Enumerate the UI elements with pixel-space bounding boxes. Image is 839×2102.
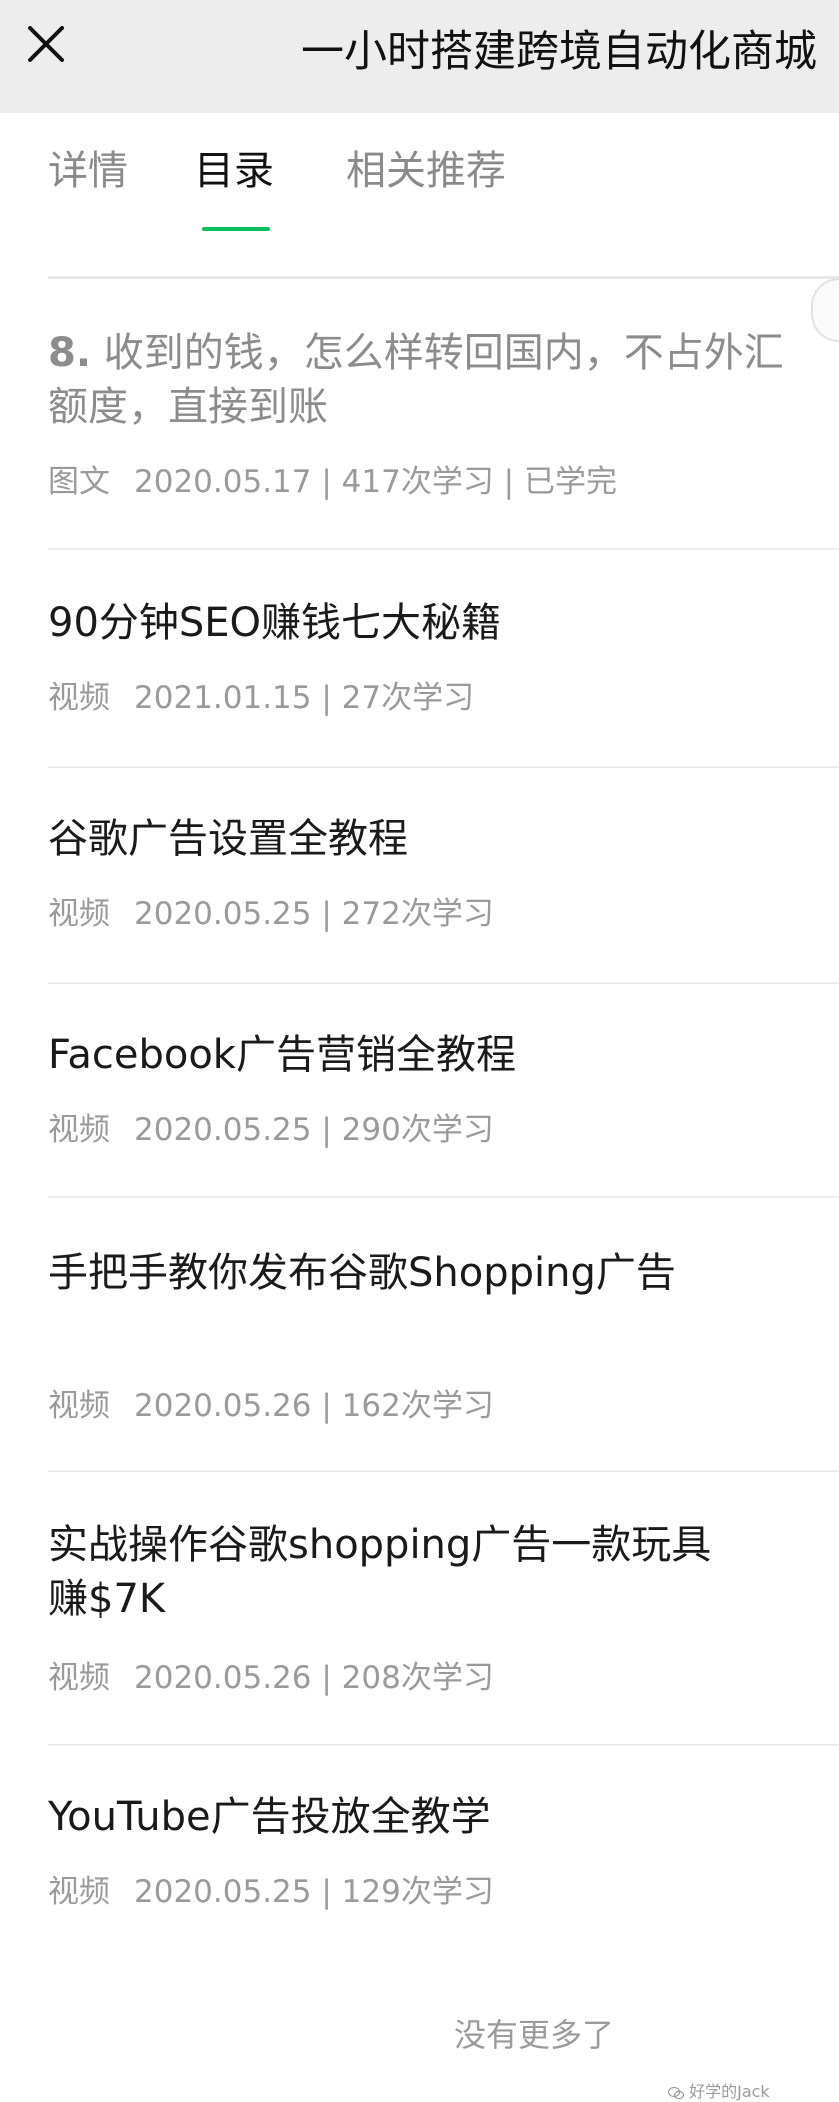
list-top-divider [48,276,839,279]
item-meta: 视频 2020.05.26 | 208次学习 [48,1658,494,1698]
item-type: 视频 [48,1874,110,1910]
item-type: 视频 [48,1112,110,1148]
item-stats: 2020.05.26 | 208次学习 [134,1660,494,1696]
item-title: YouTube广告投放全教学 [48,1794,491,1840]
item-number: 8. [48,330,92,376]
item-meta: 视频 2020.05.25 | 272次学习 [48,894,494,934]
item-meta: 图文 2020.05.17 | 417次学习 | 已学完 [48,462,617,502]
item-divider [48,766,839,768]
item-type: 视频 [48,1388,110,1424]
list-item[interactable]: 手把手教你发布谷歌Shopping广告 视频 2020.05.26 | 162次学… [48,1246,728,1424]
list-item[interactable]: YouTube广告投放全教学 视频 2020.05.25 | 129次学习 [48,1790,788,1910]
item-stats: 2020.05.25 | 129次学习 [134,1874,494,1910]
scroll-handle[interactable] [811,278,839,342]
item-stats: 2020.05.25 | 290次学习 [134,1112,494,1148]
item-meta: 视频 2020.05.26 | 162次学习 [48,1386,494,1426]
tab-catalog[interactable]: 目录 [194,143,274,199]
item-type: 视频 [48,896,110,932]
top-bar: 一小时搭建跨境自动化商城 [0,0,839,113]
watermark: 好学的Jack [668,2078,770,2101]
item-divider [48,1744,839,1746]
list-item[interactable]: 谷歌广告设置全教程 视频 2020.05.25 | 272次学习 [48,812,788,932]
item-title: 90分钟SEO赚钱七大秘籍 [48,600,502,646]
item-divider [48,1196,839,1198]
page-title: 一小时搭建跨境自动化商城 [301,27,817,77]
item-stats: 2021.01.15 | 27次学习 [134,680,475,716]
item-type: 视频 [48,680,110,716]
item-title-text: 收到的钱，怎么样转回国内，不占外汇额度，直接到账 [48,330,784,430]
item-meta: 视频 2020.05.25 | 290次学习 [48,1110,494,1150]
no-more-text: 没有更多了 [454,2016,615,2054]
active-tab-indicator [202,227,270,231]
item-divider [48,1470,839,1472]
tab-related[interactable]: 相关推荐 [346,143,506,199]
item-title: 手把手教你发布谷歌Shopping广告 [48,1250,676,1296]
close-button[interactable] [26,24,82,80]
watermark-text: 好学的Jack [689,2082,770,2101]
item-stats: 2020.05.26 | 162次学习 [134,1388,494,1424]
close-icon [28,26,64,62]
list-item[interactable]: 实战操作谷歌shopping广告一款玩具赚$7K 视频 2020.05.26 | … [48,1518,728,1696]
item-title: 实战操作谷歌shopping广告一款玩具赚$7K [48,1522,712,1622]
item-stats: 2020.05.25 | 272次学习 [134,896,494,932]
item-title: 谷歌广告设置全教程 [48,816,408,862]
list-item[interactable]: 90分钟SEO赚钱七大秘籍 视频 2021.01.15 | 27次学习 [48,596,788,716]
item-meta: 视频 2020.05.25 | 129次学习 [48,1872,494,1912]
item-stats: 2020.05.17 | 417次学习 | 已学完 [134,464,617,500]
tab-details[interactable]: 详情 [48,143,128,199]
item-title: 8. 收到的钱，怎么样转回国内，不占外汇额度，直接到账 [48,326,788,434]
item-title: Facebook广告营销全教程 [48,1032,516,1078]
item-divider [48,982,839,984]
item-type: 视频 [48,1660,110,1696]
tab-bar: 详情 目录 相关推荐 [0,113,839,263]
item-divider [48,548,839,550]
wechat-icon [668,2086,684,2100]
list-item[interactable]: Facebook广告营销全教程 视频 2020.05.25 | 290次学习 [48,1028,788,1148]
list-item[interactable]: 8. 收到的钱，怎么样转回国内，不占外汇额度，直接到账 图文 2020.05.17… [48,326,788,500]
item-type: 图文 [48,464,110,500]
item-meta: 视频 2021.01.15 | 27次学习 [48,678,474,718]
